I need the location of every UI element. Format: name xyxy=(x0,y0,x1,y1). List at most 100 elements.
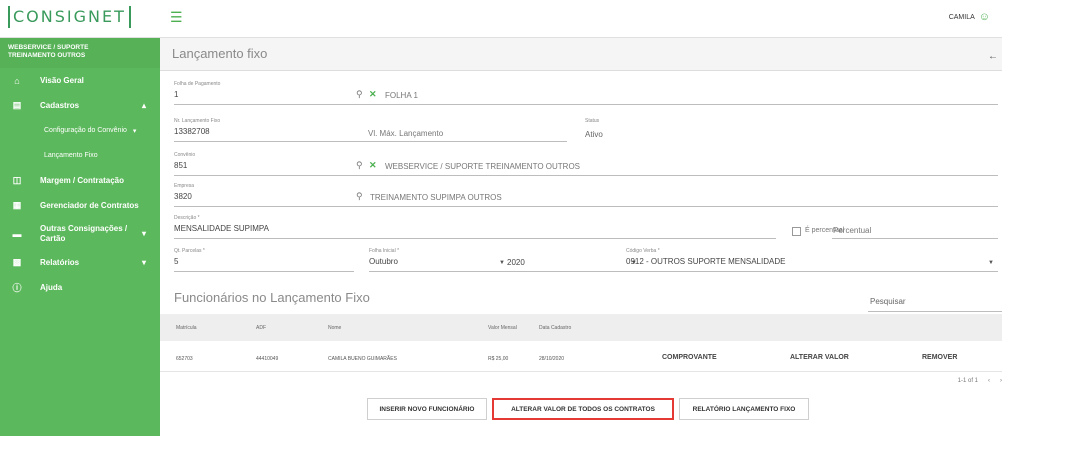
sidebar-item-label: Ajuda xyxy=(40,283,63,292)
search-icon[interactable]: ⚲ xyxy=(356,191,363,202)
help-icon: ⓘ xyxy=(12,283,22,293)
field-label: Folha de Pagamento xyxy=(174,81,221,87)
pagination-range: 1-1 of 1 xyxy=(957,378,978,384)
home-icon: ⌂ xyxy=(14,75,20,86)
empresa-field[interactable]: Empresa 3820 ⚲ TREINAMENTO SUPIMPA OUTRO… xyxy=(174,183,998,207)
field-description: FOLHA 1 xyxy=(385,91,418,100)
page-title: Lançamento fixo xyxy=(172,46,268,61)
user-name: CAMILA xyxy=(948,13,975,21)
comprovante-button[interactable]: COMPROVANTE xyxy=(662,354,717,361)
sidebar-subitem-lancamento-fixo[interactable]: Lançamento Fixo xyxy=(0,143,160,168)
sidebar-item-visao-geral[interactable]: ⌂ Visão Geral xyxy=(0,68,160,93)
card-icon: ▬ xyxy=(12,229,22,239)
sidebar-item-label: Relatórios xyxy=(40,258,80,267)
sidebar-item-label: Outras Consignações / Cartão xyxy=(40,224,127,244)
chevron-down-icon[interactable]: ▼ xyxy=(988,260,994,266)
report-button[interactable]: RELATÓRIO LANÇAMENTO FIXO xyxy=(679,398,809,420)
nr-lancamento-field[interactable]: Nr. Lançamento Fixo 13382708 xyxy=(174,118,374,142)
field-label: Nr. Lançamento Fixo xyxy=(174,118,221,124)
status-field: Status Ativo xyxy=(585,118,603,142)
insert-employee-button[interactable]: INSERIR NOVO FUNCIONÁRIO xyxy=(367,398,487,420)
field-value: 3820 xyxy=(174,192,192,201)
chevron-down-icon: ▾ xyxy=(132,127,137,135)
descricao-field[interactable]: Descrição * MENSALIDADE SUPIMPA xyxy=(174,215,776,239)
table-header: Matrícula ADF Nome Valor Mensal Data Cad… xyxy=(160,314,1002,341)
prev-page-icon[interactable]: ‹ xyxy=(988,378,990,384)
field-value: 851 xyxy=(174,161,188,170)
sidebar-item-gerenciador[interactable]: ▦ Gerenciador de Contratos xyxy=(0,193,160,218)
consignet-logo[interactable]: CONSIGNET xyxy=(8,6,131,28)
sidebar: WEBSERVICE / SUPORTE TREINAMENTO OUTROS … xyxy=(0,38,160,436)
clear-icon[interactable]: ✕ xyxy=(369,89,377,100)
column-header[interactable]: Nome xyxy=(328,325,341,331)
document-icon: ▤ xyxy=(12,100,22,110)
back-arrow-icon[interactable]: ← xyxy=(988,51,998,62)
contract-icon: ▦ xyxy=(12,200,22,210)
sidebar-item-label: Configuração do Convênio xyxy=(44,127,127,134)
field-label: Qt. Parcelas * xyxy=(174,248,205,254)
column-header[interactable]: Valor Mensal xyxy=(488,325,517,331)
search-icon[interactable]: ⚲ xyxy=(356,89,363,100)
folha-inicial-year: 2020 xyxy=(507,258,525,267)
sidebar-item-label-line1: Outras Consignações / xyxy=(40,224,128,233)
sidebar-item-label: Margem / Contratação xyxy=(40,176,125,185)
cell-matricula: 652703 xyxy=(176,356,193,362)
cell-adf: 44410049 xyxy=(256,356,279,362)
sidebar-item-cadastros[interactable]: ▤ Cadastros ▴ xyxy=(0,93,160,118)
remover-button[interactable]: REMOVER xyxy=(922,354,957,361)
sidebar-item-label: Gerenciador de Contratos xyxy=(40,201,139,210)
alter-all-contracts-button[interactable]: ALTERAR VALOR DE TODOS OS CONTRATOS xyxy=(492,398,674,420)
field-description: WEBSERVICE / SUPORTE TREINAMENTO OUTROS xyxy=(385,162,580,171)
convenio-field[interactable]: Convênio 851 ⚲ ✕ WEBSERVICE / SUPORTE TR… xyxy=(174,152,998,176)
chevron-down-icon: ▾ xyxy=(141,258,146,267)
user-menu[interactable]: CAMILA ☺ xyxy=(949,11,990,23)
field-value: 5 xyxy=(174,257,179,266)
field-placeholder: Vl. Máx. Lançamento xyxy=(368,129,444,138)
codigo-verba-field[interactable]: Código Verba * 0912 - OUTROS SUPORTE MEN… xyxy=(626,248,998,272)
clear-icon[interactable]: ✕ xyxy=(369,160,377,171)
field-value: 0912 - OUTROS SUPORTE MENSALIDADE xyxy=(626,257,786,266)
sidebar-header-line1: WEBSERVICE / SUPORTE xyxy=(8,44,89,51)
main-content: Lançamento fixo ← Folha de Pagamento 1 ⚲… xyxy=(160,38,1002,436)
sidebar-header-line2: TREINAMENTO OUTROS xyxy=(8,52,86,59)
e-percentual-checkbox[interactable] xyxy=(792,227,801,236)
cell-data: 28/10/2020 xyxy=(539,356,565,362)
table-row: 652703 44410049 CAMILA BUENO GUIMARÃES R… xyxy=(160,344,1002,372)
field-label: Convênio xyxy=(174,152,196,158)
search-input[interactable]: Pesquisar xyxy=(868,294,1002,312)
field-description: TREINAMENTO SUPIMPA OUTROS xyxy=(370,193,502,202)
folha-pagamento-field[interactable]: Folha de Pagamento 1 ⚲ ✕ FOLHA 1 xyxy=(174,81,998,105)
field-label: Folha Inicial * xyxy=(369,248,400,254)
sidebar-item-label-line2: Cartão xyxy=(40,234,66,243)
status-value: Ativo xyxy=(585,130,603,139)
vl-max-lancamento-field[interactable]: Vl. Máx. Lançamento xyxy=(367,118,567,142)
next-page-icon[interactable]: › xyxy=(1000,378,1002,384)
percentual-field[interactable]: Percentual xyxy=(832,215,998,239)
field-label: Empresa xyxy=(174,183,195,189)
pagination: 1-1 of 1 ‹ › xyxy=(958,378,1002,384)
sidebar-item-relatorios[interactable]: ▩ Relatórios ▾ xyxy=(0,250,160,275)
chevron-down-icon[interactable]: ▼ xyxy=(499,260,505,266)
cell-nome: CAMILA BUENO GUIMARÃES xyxy=(328,356,397,362)
folha-inicial-field[interactable]: Folha Inicial * Outubro ▼ 2020 ▼ xyxy=(369,248,639,272)
employees-section-title: Funcionários no Lançamento Fixo xyxy=(174,290,370,305)
hamburger-icon[interactable]: ☰ xyxy=(170,9,183,26)
sidebar-subitem-configuracao-convenio[interactable]: Configuração do Convênio ▾ xyxy=(0,118,160,143)
column-header[interactable]: ADF xyxy=(256,325,266,331)
chevron-down-icon: ▾ xyxy=(141,229,146,238)
report-icon: ▩ xyxy=(12,257,22,267)
alterar-valor-button[interactable]: ALTERAR VALOR xyxy=(790,354,849,361)
sidebar-item-outras-consignacoes[interactable]: ▬ Outras Consignações / Cartão ▾ xyxy=(0,218,160,250)
column-header[interactable]: Matrícula xyxy=(176,325,197,331)
sidebar-item-label: Cadastros xyxy=(40,101,80,110)
sidebar-item-ajuda[interactable]: ⓘ Ajuda xyxy=(0,275,160,300)
column-header[interactable]: Data Cadastro xyxy=(539,325,571,331)
qt-parcelas-field[interactable]: Qt. Parcelas * 5 xyxy=(174,248,354,272)
field-label: Código Verba * xyxy=(626,248,660,254)
page-header: Lançamento fixo ← xyxy=(160,38,1002,71)
sidebar-header: WEBSERVICE / SUPORTE TREINAMENTO OUTROS xyxy=(0,38,160,68)
search-icon[interactable]: ⚲ xyxy=(356,160,363,171)
cell-valor: R$ 25,00 xyxy=(488,356,509,362)
field-value: 1 xyxy=(174,90,179,99)
sidebar-item-margem[interactable]: ◫ Margem / Contratação xyxy=(0,168,160,193)
